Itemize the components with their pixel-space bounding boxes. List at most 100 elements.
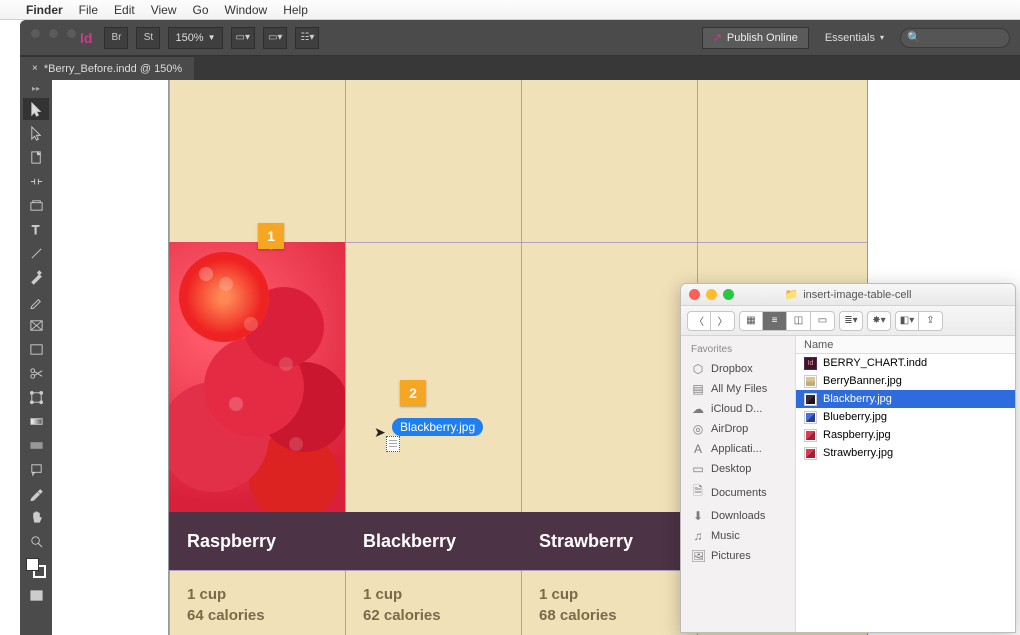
jpg-file-icon [804,393,817,406]
table-cell[interactable]: 1 cup 64 calories [169,570,345,635]
finder-toolbar: 〈 〉 ▦ ≡ ◫ ▭ ≣▾ ✸▾ ◧▾ ⇪ [681,306,1015,336]
content-collector-tool[interactable] [23,194,49,216]
mac-menubar: Finder File Edit View Go Window Help [0,0,1020,20]
table-header-cell[interactable]: Blackberry [345,512,521,570]
sidebar-item-desktop[interactable]: ▭Desktop [681,459,795,479]
sidebar-item-music[interactable]: ♫Music [681,526,795,546]
arrange-button[interactable]: ☷▾ [295,27,319,49]
search-input[interactable]: 🔍 [900,28,1010,48]
sidebar-item-documents[interactable]: 🗎Documents [681,479,795,506]
close-button[interactable] [30,28,41,39]
calories-text: 62 calories [363,605,521,626]
formatting-container-icon[interactable]: T [23,584,49,606]
file-row[interactable]: IdBERRY_CHART.indd [796,354,1015,372]
jpg-file-icon [804,375,817,388]
zoom-tool[interactable] [23,530,49,552]
pictures-icon: 🖼 [691,549,705,563]
file-row[interactable]: Raspberry.jpg [796,426,1015,444]
screen-mode-button[interactable]: ▭▾ [263,27,287,49]
back-button[interactable]: 〈 [687,311,711,331]
arrange-dropdown[interactable]: ≣▾ [839,311,863,331]
table-cell[interactable]: 1 cup 62 calories [345,570,521,635]
scissors-tool[interactable] [23,362,49,384]
airdrop-icon: ◎ [691,422,705,436]
close-tab-icon[interactable]: × [32,63,38,74]
list-view-button[interactable]: ≡ [763,311,787,331]
forward-button[interactable]: 〉 [711,311,735,331]
workspace-dropdown[interactable]: Essentials ▾ [817,32,892,44]
zoom-button[interactable] [723,289,734,300]
line-tool[interactable] [23,242,49,264]
sidebar-item-allmyfiles[interactable]: ▤All My Files [681,379,795,399]
sidebar-item-label: Downloads [711,510,765,522]
mac-menu-edit[interactable]: Edit [114,3,135,17]
sidebar-item-downloads[interactable]: ⬇Downloads [681,506,795,526]
stock-button[interactable]: St [136,27,160,49]
sidebar-item-applications[interactable]: AApplicati... [681,439,795,459]
panel-collapse-icon[interactable]: ▸▸ [23,84,49,94]
zoom-level-dropdown[interactable]: 150% ▼ [168,27,222,49]
svg-text:T: T [31,223,39,237]
table-image-cell[interactable] [169,242,345,512]
tags-button[interactable]: ◧▾ [895,311,919,331]
mac-menu-app[interactable]: Finder [26,3,63,17]
gap-tool[interactable] [23,170,49,192]
hand-tool[interactable] [23,506,49,528]
mac-menu-go[interactable]: Go [193,3,209,17]
table-header-cell[interactable]: Strawberry [521,512,697,570]
document-tab[interactable]: × *Berry_Before.indd @ 150% [20,56,194,80]
pencil-tool[interactable] [23,290,49,312]
sidebar-item-pictures[interactable]: 🖼 Pictures [681,546,795,566]
icon-view-button[interactable]: ▦ [739,311,763,331]
mac-menu-window[interactable]: Window [225,3,268,17]
app-toolbar: Id Br St 150% ▼ ▭▾ ▭▾ ☷▾ ↗ Publish Onlin… [20,20,1020,56]
bridge-button[interactable]: Br [104,27,128,49]
column-header-name[interactable]: Name [796,336,1015,354]
pen-tool[interactable] [23,266,49,288]
coverflow-view-button[interactable]: ▭ [811,311,835,331]
minimize-button[interactable] [706,289,717,300]
type-tool[interactable]: T [23,218,49,240]
eyedropper-tool[interactable] [23,482,49,504]
share-button[interactable]: ⇪ [919,311,943,331]
action-dropdown[interactable]: ✸▾ [867,311,891,331]
tool-panel: ▸▸ T T [20,80,52,635]
file-row[interactable]: Blueberry.jpg [796,408,1015,426]
selection-tool[interactable] [23,98,49,120]
sidebar-item-label: Pictures [711,550,751,562]
gradient-feather-tool[interactable] [23,434,49,456]
finder-window[interactable]: 📁 insert-image-table-cell 〈 〉 ▦ ≡ ◫ ▭ ≣▾… [680,283,1016,633]
free-transform-tool[interactable] [23,386,49,408]
sidebar-item-dropbox[interactable]: ⬡Dropbox [681,359,795,379]
publish-online-button[interactable]: ↗ Publish Online [702,27,809,49]
close-button[interactable] [689,289,700,300]
serving-text: 1 cup [539,584,697,605]
direct-selection-tool[interactable] [23,122,49,144]
nav-buttons: 〈 〉 [687,311,735,331]
mac-menu-file[interactable]: File [79,3,98,17]
finder-file-list: Name IdBERRY_CHART.indd BerryBanner.jpg … [796,336,1015,632]
mac-menu-view[interactable]: View [151,3,177,17]
gradient-swatch-tool[interactable] [23,410,49,432]
rectangle-frame-tool[interactable] [23,314,49,336]
mac-menu-help[interactable]: Help [283,3,308,17]
zoom-button[interactable] [66,28,77,39]
minimize-button[interactable] [48,28,59,39]
finder-titlebar[interactable]: 📁 insert-image-table-cell [681,284,1015,306]
sidebar-item-airdrop[interactable]: ◎AirDrop [681,419,795,439]
column-view-button[interactable]: ◫ [787,311,811,331]
table-cell[interactable]: 1 cup 68 calories [521,570,697,635]
desktop-icon: ▭ [691,462,705,476]
note-tool[interactable] [23,458,49,480]
table-header-cell[interactable]: Raspberry [169,512,345,570]
annotation-callout-2: 2 [400,380,426,406]
rectangle-tool[interactable] [23,338,49,360]
sidebar-item-icloud[interactable]: ☁iCloud D... [681,399,795,419]
file-row[interactable]: Strawberry.jpg [796,444,1015,462]
file-name: BerryBanner.jpg [823,375,902,387]
page-tool[interactable] [23,146,49,168]
file-row[interactable]: BerryBanner.jpg [796,372,1015,390]
file-row-selected[interactable]: Blackberry.jpg [796,390,1015,408]
fill-stroke-swatch[interactable] [23,554,49,582]
view-options-button[interactable]: ▭▾ [231,27,255,49]
